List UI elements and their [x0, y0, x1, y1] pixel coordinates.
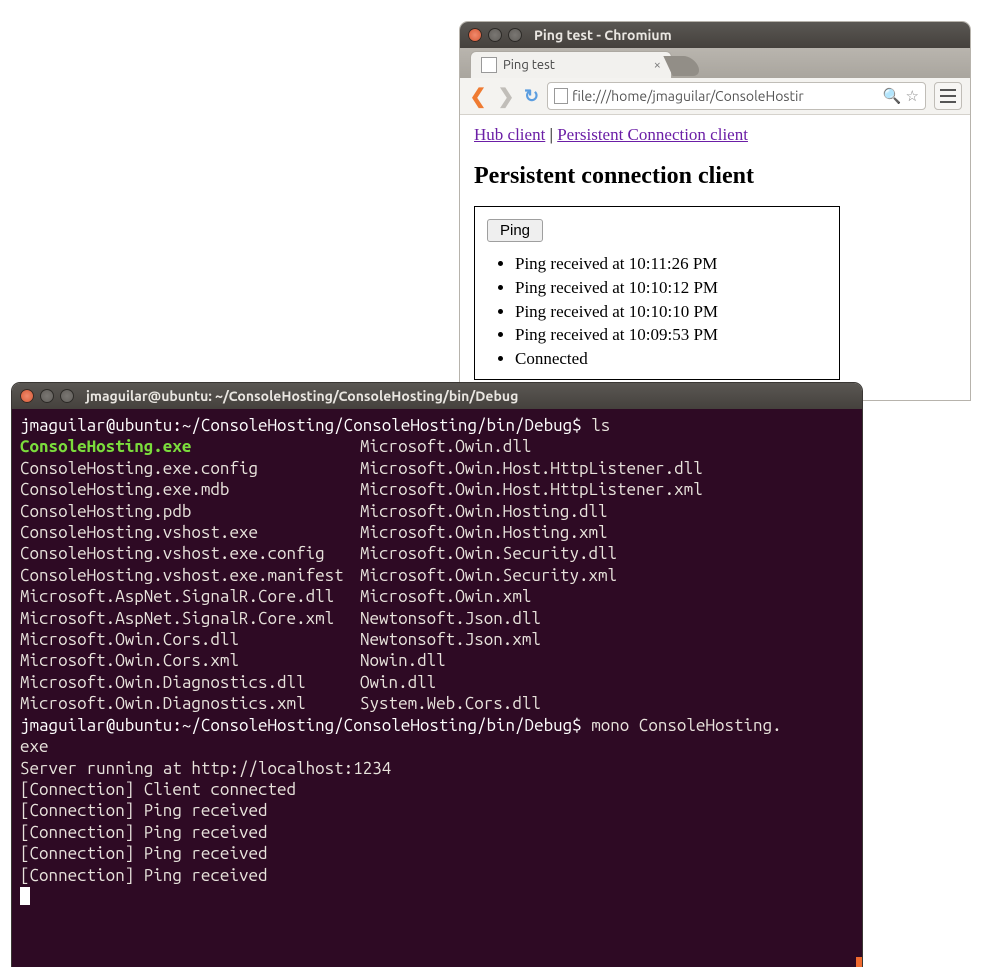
- cursor: [20, 887, 30, 905]
- url-text: file:///home/jmaguilar/ConsoleHostir: [572, 88, 879, 104]
- close-icon[interactable]: [468, 28, 482, 42]
- bookmark-star-icon[interactable]: ☆: [906, 87, 919, 105]
- file: Owin.dll: [360, 673, 436, 692]
- output-line: [Connection] Ping received: [20, 823, 268, 842]
- file: Microsoft.Owin.Security.xml: [360, 566, 617, 585]
- list-item: Ping received at 10:10:10 PM: [515, 300, 827, 324]
- command-cont: exe: [20, 737, 49, 756]
- list-item: Ping received at 10:09:53 PM: [515, 323, 827, 347]
- output-line: [Connection] Ping received: [20, 866, 268, 885]
- file: ConsoleHosting.vshost.exe: [20, 523, 258, 542]
- reload-button[interactable]: ↻: [524, 86, 539, 107]
- file: Microsoft.Owin.Cors.dll: [20, 630, 239, 649]
- file: Microsoft.Owin.dll: [360, 437, 531, 456]
- file: ConsoleHosting.pdb: [20, 502, 191, 521]
- prompt: jmaguilar@ubuntu:~/ConsoleHosting/Consol…: [20, 716, 591, 735]
- maximize-icon[interactable]: [60, 389, 74, 403]
- browser-navbar: ❮ ❯ ↻ file:///home/jmaguilar/ConsoleHost…: [460, 78, 970, 115]
- list-item: Ping received at 10:10:12 PM: [515, 276, 827, 300]
- command: mono ConsoleHosting.: [591, 716, 781, 735]
- resize-grip[interactable]: [856, 957, 862, 967]
- window-title: Ping test - Chromium: [534, 27, 672, 43]
- link-hub-client[interactable]: Hub client: [474, 125, 545, 144]
- output-line: [Connection] Ping received: [20, 801, 268, 820]
- ping-button[interactable]: Ping: [487, 219, 543, 242]
- file: ConsoleHosting.exe.config: [20, 459, 258, 478]
- document-icon: [554, 88, 568, 104]
- terminal-titlebar[interactable]: jmaguilar@ubuntu: ~/ConsoleHosting/Conso…: [12, 383, 862, 409]
- list-item: Connected: [515, 347, 827, 371]
- file: Microsoft.Owin.xml: [360, 587, 531, 606]
- tab-label: Ping test: [503, 58, 555, 72]
- output-line: Server running at http://localhost:1234: [20, 759, 391, 778]
- file: Microsoft.AspNet.SignalR.Core.xml: [20, 609, 334, 628]
- close-icon[interactable]: [20, 389, 34, 403]
- terminal-window: jmaguilar@ubuntu: ~/ConsoleHosting/Conso…: [12, 383, 862, 967]
- minimize-icon[interactable]: [488, 28, 502, 42]
- address-bar[interactable]: file:///home/jmaguilar/ConsoleHostir 🔍 ☆: [547, 82, 926, 110]
- file: Microsoft.Owin.Diagnostics.dll: [20, 673, 306, 692]
- file: Microsoft.Owin.Diagnostics.xml: [20, 694, 306, 713]
- minimize-icon[interactable]: [40, 389, 54, 403]
- file: ConsoleHosting.vshost.exe.config: [20, 544, 325, 563]
- nav-links: Hub client | Persistent Connection clien…: [474, 125, 956, 145]
- file: Microsoft.Owin.Host.HttpListener.xml: [360, 480, 703, 499]
- maximize-icon[interactable]: [508, 28, 522, 42]
- list-item: Ping received at 10:11:26 PM: [515, 252, 827, 276]
- link-persistent-client[interactable]: Persistent Connection client: [557, 125, 748, 144]
- tab-strip: Ping test ×: [460, 48, 970, 78]
- file: Microsoft.AspNet.SignalR.Core.dll: [20, 587, 334, 606]
- forward-button[interactable]: ❯: [496, 86, 516, 106]
- back-button[interactable]: ❮: [468, 86, 488, 106]
- file: Microsoft.Owin.Hosting.dll: [360, 502, 608, 521]
- prompt: jmaguilar@ubuntu:~/ConsoleHosting/Consol…: [20, 416, 591, 435]
- hamburger-menu-button[interactable]: [934, 82, 962, 110]
- tab-pingtest[interactable]: Ping test ×: [470, 51, 672, 78]
- page-content: Hub client | Persistent Connection clien…: [460, 115, 970, 400]
- browser-titlebar[interactable]: Ping test - Chromium: [460, 22, 970, 48]
- terminal-body[interactable]: jmaguilar@ubuntu:~/ConsoleHosting/Consol…: [12, 409, 862, 967]
- file: System.Web.Cors.dll: [360, 694, 541, 713]
- page-heading: Persistent connection client: [474, 163, 956, 190]
- output-line: [Connection] Ping received: [20, 844, 268, 863]
- file: Nowin.dll: [360, 651, 446, 670]
- file: Microsoft.Owin.Cors.xml: [20, 651, 239, 670]
- page-icon: [481, 57, 497, 73]
- search-icon[interactable]: 🔍: [883, 87, 902, 105]
- ls-output: ConsoleHosting.exe ConsoleHosting.exe.co…: [20, 436, 854, 714]
- file: ConsoleHosting.exe.mdb: [20, 480, 229, 499]
- file: Microsoft.Owin.Host.HttpListener.dll: [360, 459, 703, 478]
- command: ls: [591, 416, 610, 435]
- file: Newtonsoft.Json.dll: [360, 609, 541, 628]
- ping-panel: Ping Ping received at 10:11:26 PM Ping r…: [474, 206, 840, 380]
- file: ConsoleHosting.vshost.exe.manifest: [20, 566, 344, 585]
- file: Microsoft.Owin.Security.dll: [360, 544, 617, 563]
- file: Microsoft.Owin.Hosting.xml: [360, 523, 608, 542]
- browser-window: Ping test - Chromium Ping test × ❮ ❯ ↻ f…: [460, 22, 970, 400]
- tab-close-icon[interactable]: ×: [654, 58, 661, 72]
- output-line: [Connection] Client connected: [20, 780, 296, 799]
- ping-log-list: Ping received at 10:11:26 PM Ping receiv…: [487, 252, 827, 371]
- file: Newtonsoft.Json.xml: [360, 630, 541, 649]
- terminal-title: jmaguilar@ubuntu: ~/ConsoleHosting/Conso…: [86, 388, 518, 404]
- file-exe: ConsoleHosting.exe: [20, 437, 191, 456]
